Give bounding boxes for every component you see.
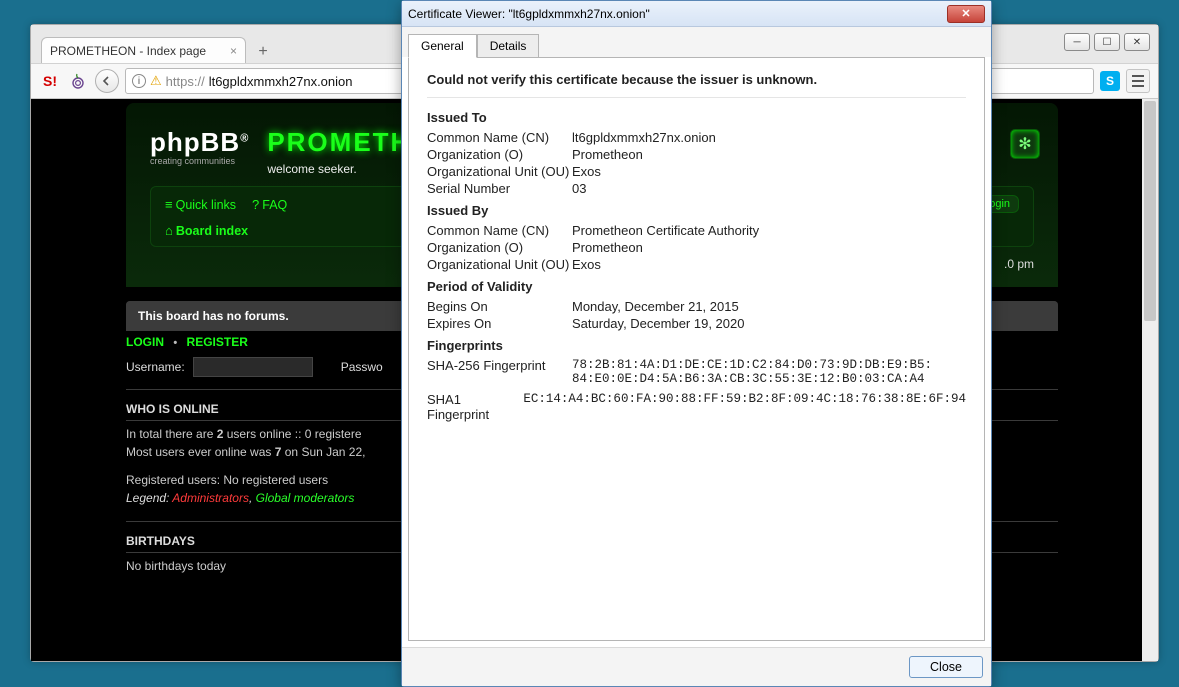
label-o: Organization (O) (427, 147, 572, 162)
dialog-footer: Close (402, 647, 991, 686)
value-sha256: 78:2B:81:4A:D1:DE:CE:1D:C2:84:D0:73:9D:D… (572, 358, 966, 386)
dialog-close-button[interactable]: ✕ (947, 5, 985, 23)
label-by-cn: Common Name (CN) (427, 223, 572, 238)
scrollbar-vertical[interactable] (1142, 99, 1158, 661)
identity-info-icon[interactable]: i (132, 74, 146, 88)
value-to-cn: lt6gpldxmmxh27nx.onion (572, 130, 966, 145)
skype-extension-icon[interactable]: S (1100, 71, 1120, 91)
close-window-button[interactable]: ✕ (1124, 33, 1150, 51)
new-tab-button[interactable]: + (252, 41, 274, 63)
value-begins: Monday, December 21, 2015 (572, 299, 966, 314)
menu-icon: ≡ (165, 197, 173, 212)
phpbb-logo: phpBB® (150, 127, 249, 158)
value-to-ou: Exos (572, 164, 966, 179)
label-sha1: SHA1 Fingerprint (427, 392, 523, 422)
gear-icon[interactable]: ✻ (1010, 129, 1040, 159)
scrollbar-thumb[interactable] (1144, 101, 1156, 321)
help-icon: ? (252, 197, 259, 212)
issued-to-heading: Issued To (427, 110, 966, 125)
label-expires: Expires On (427, 316, 572, 331)
minimize-button[interactable]: ─ (1064, 33, 1090, 51)
global-moderators-link[interactable]: Global moderators (256, 491, 355, 505)
tab-general[interactable]: General (408, 34, 477, 58)
password-label: Passwo (341, 360, 383, 374)
validity-heading: Period of Validity (427, 279, 966, 294)
administrators-link[interactable]: Administrators (172, 491, 249, 505)
value-expires: Saturday, December 19, 2020 (572, 316, 966, 331)
dialog-title-text: Certificate Viewer: "lt6gpldxmmxh27nx.on… (408, 7, 650, 21)
close-button[interactable]: Close (909, 656, 983, 678)
username-label: Username: (126, 360, 185, 374)
separator: • (167, 337, 183, 349)
torbutton-onion-icon[interactable] (67, 70, 89, 92)
home-icon: ⌂ (165, 223, 173, 238)
label-sn: Serial Number (427, 181, 572, 196)
label-sha256: SHA-256 Fingerprint (427, 358, 572, 386)
dialog-body: Could not verify this certificate becaus… (408, 57, 985, 641)
url-scheme: https:// (166, 74, 205, 89)
login-heading-link[interactable]: LOGIN (126, 335, 164, 349)
value-sha1: EC:14:A4:BC:60:FA:90:88:FF:59:B2:8F:09:4… (523, 392, 966, 422)
tab-title: PROMETHEON - Index page (50, 44, 206, 58)
phpbb-tagline: creating communities (150, 156, 249, 166)
maximize-button[interactable]: ☐ (1094, 33, 1120, 51)
back-button[interactable] (95, 69, 119, 93)
faq-link[interactable]: ?FAQ (252, 197, 287, 212)
label-by-ou: Organizational Unit (OU) (427, 257, 572, 272)
tab-details[interactable]: Details (477, 34, 540, 58)
label-begins: Begins On (427, 299, 572, 314)
label-cn: Common Name (CN) (427, 130, 572, 145)
window-controls: ─ ☐ ✕ (1064, 33, 1150, 51)
value-by-cn: Prometheon Certificate Authority (572, 223, 966, 238)
close-tab-icon[interactable]: × (230, 44, 237, 58)
browser-tab[interactable]: PROMETHEON - Index page × (41, 37, 246, 63)
fingerprints-heading: Fingerprints (427, 338, 966, 353)
cert-error-message: Could not verify this certificate becaus… (427, 72, 966, 98)
extension-icon-1[interactable]: S! (39, 70, 61, 92)
url-host: lt6gpldxmmxh27nx.onion (209, 74, 353, 89)
value-to-sn: 03 (572, 181, 966, 196)
value-by-o: Prometheon (572, 240, 966, 255)
value-to-o: Prometheon (572, 147, 966, 162)
value-by-ou: Exos (572, 257, 966, 272)
label-ou: Organizational Unit (OU) (427, 164, 572, 179)
menu-button[interactable] (1126, 69, 1150, 93)
register-link[interactable]: REGISTER (187, 335, 248, 349)
quick-links-link[interactable]: ≡Quick links (165, 197, 236, 212)
hamburger-icon (1132, 75, 1144, 87)
dialog-titlebar[interactable]: Certificate Viewer: "lt6gpldxmmxh27nx.on… (402, 1, 991, 27)
label-by-o: Organization (O) (427, 240, 572, 255)
dialog-tabs: General Details (402, 27, 991, 57)
username-input[interactable] (193, 357, 313, 377)
security-warning-icon[interactable]: ⚠ (150, 73, 162, 89)
issued-by-heading: Issued By (427, 203, 966, 218)
certificate-viewer-dialog: Certificate Viewer: "lt6gpldxmmxh27nx.on… (401, 0, 992, 687)
board-index-link[interactable]: ⌂Board index (165, 223, 248, 238)
